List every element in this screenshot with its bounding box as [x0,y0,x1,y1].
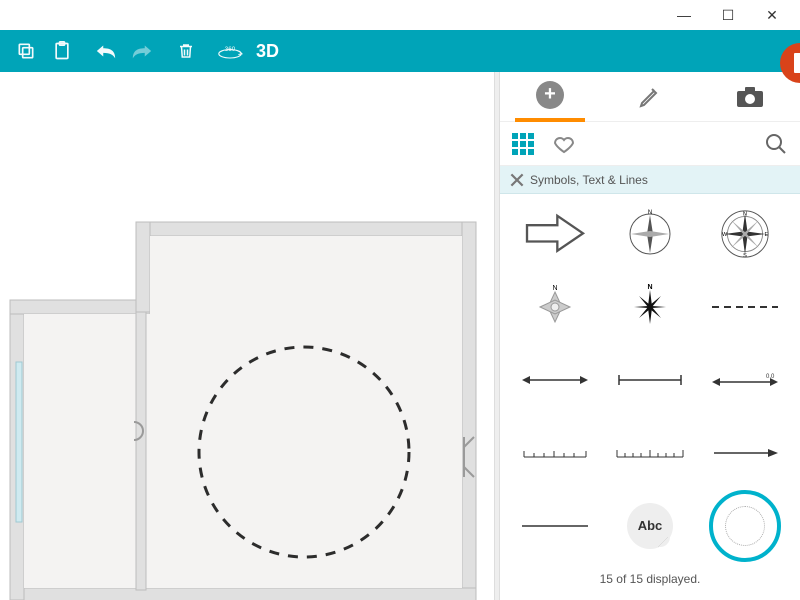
symbol-dashed-line[interactable] [705,279,785,334]
main-area: + Symbols, Text & Lines [0,72,800,600]
redo-button[interactable] [124,33,160,69]
selection-ring [709,490,781,562]
svg-text:E: E [764,231,768,237]
door-icon [793,52,800,74]
svg-text:N: N [648,210,652,216]
symbol-dimension-labeled[interactable]: 0.0 [705,352,785,407]
tab-snapshot[interactable] [715,72,785,122]
svg-text:N: N [647,284,652,291]
category-title: Symbols, Text & Lines [530,173,648,187]
window-titlebar: — ☐ ✕ [0,0,800,30]
minimize-button[interactable]: — [662,0,706,30]
symbol-compass-small[interactable]: N [610,206,690,261]
search-button[interactable] [764,132,788,156]
delete-button[interactable] [168,33,204,69]
floorplan-drawing[interactable] [6,212,486,600]
view-360-button[interactable]: 360 [212,33,248,69]
copy-button[interactable] [8,33,44,69]
dashed-circle-icon [725,506,765,546]
symbol-dashed-circle[interactable] [705,498,785,553]
library-view-row [500,122,800,166]
symbol-text-label[interactable]: Abc [610,498,690,553]
paste-button[interactable] [44,33,80,69]
maximize-button[interactable]: ☐ [706,0,750,30]
camera-icon [736,86,764,108]
symbol-count-status: 15 of 15 displayed. [500,564,800,600]
grid-view-button[interactable] [512,133,534,155]
favorites-button[interactable] [552,132,576,156]
svg-text:360: 360 [225,46,236,53]
library-panel: + Symbols, Text & Lines [500,72,800,600]
symbol-dimension-ticks[interactable] [610,352,690,407]
close-button[interactable]: ✕ [750,0,794,30]
symbol-compass-large[interactable]: N E S W [705,206,785,261]
svg-text:N: N [743,211,747,217]
svg-text:W: W [722,231,728,237]
symbol-ruler-long[interactable] [610,425,690,480]
view-3d-button[interactable]: 3D [256,41,279,62]
symbol-compass-diamond[interactable]: N [515,279,595,334]
tab-edit[interactable] [615,72,685,122]
library-mode-tabs: + [500,72,800,122]
close-icon[interactable] [508,171,526,189]
main-toolbar: 360 3D [0,30,800,72]
symbol-solid-line[interactable] [515,498,595,553]
plus-icon: + [536,81,564,109]
symbol-arrow-thin[interactable] [705,425,785,480]
pencil-icon [638,85,662,109]
undo-button[interactable] [88,33,124,69]
svg-text:0.0: 0.0 [766,374,775,380]
symbol-arrow-block[interactable] [515,206,595,261]
svg-text:S: S [743,253,747,259]
category-header[interactable]: Symbols, Text & Lines [500,166,800,194]
symbol-dimension-arrows[interactable] [515,352,595,407]
symbol-ruler-short[interactable] [515,425,595,480]
floorplan-canvas[interactable] [0,72,494,600]
symbol-compass-star[interactable]: N [610,279,690,334]
tab-add[interactable]: + [515,72,585,122]
symbol-grid: N N E S W N N 0.0 [500,194,800,564]
